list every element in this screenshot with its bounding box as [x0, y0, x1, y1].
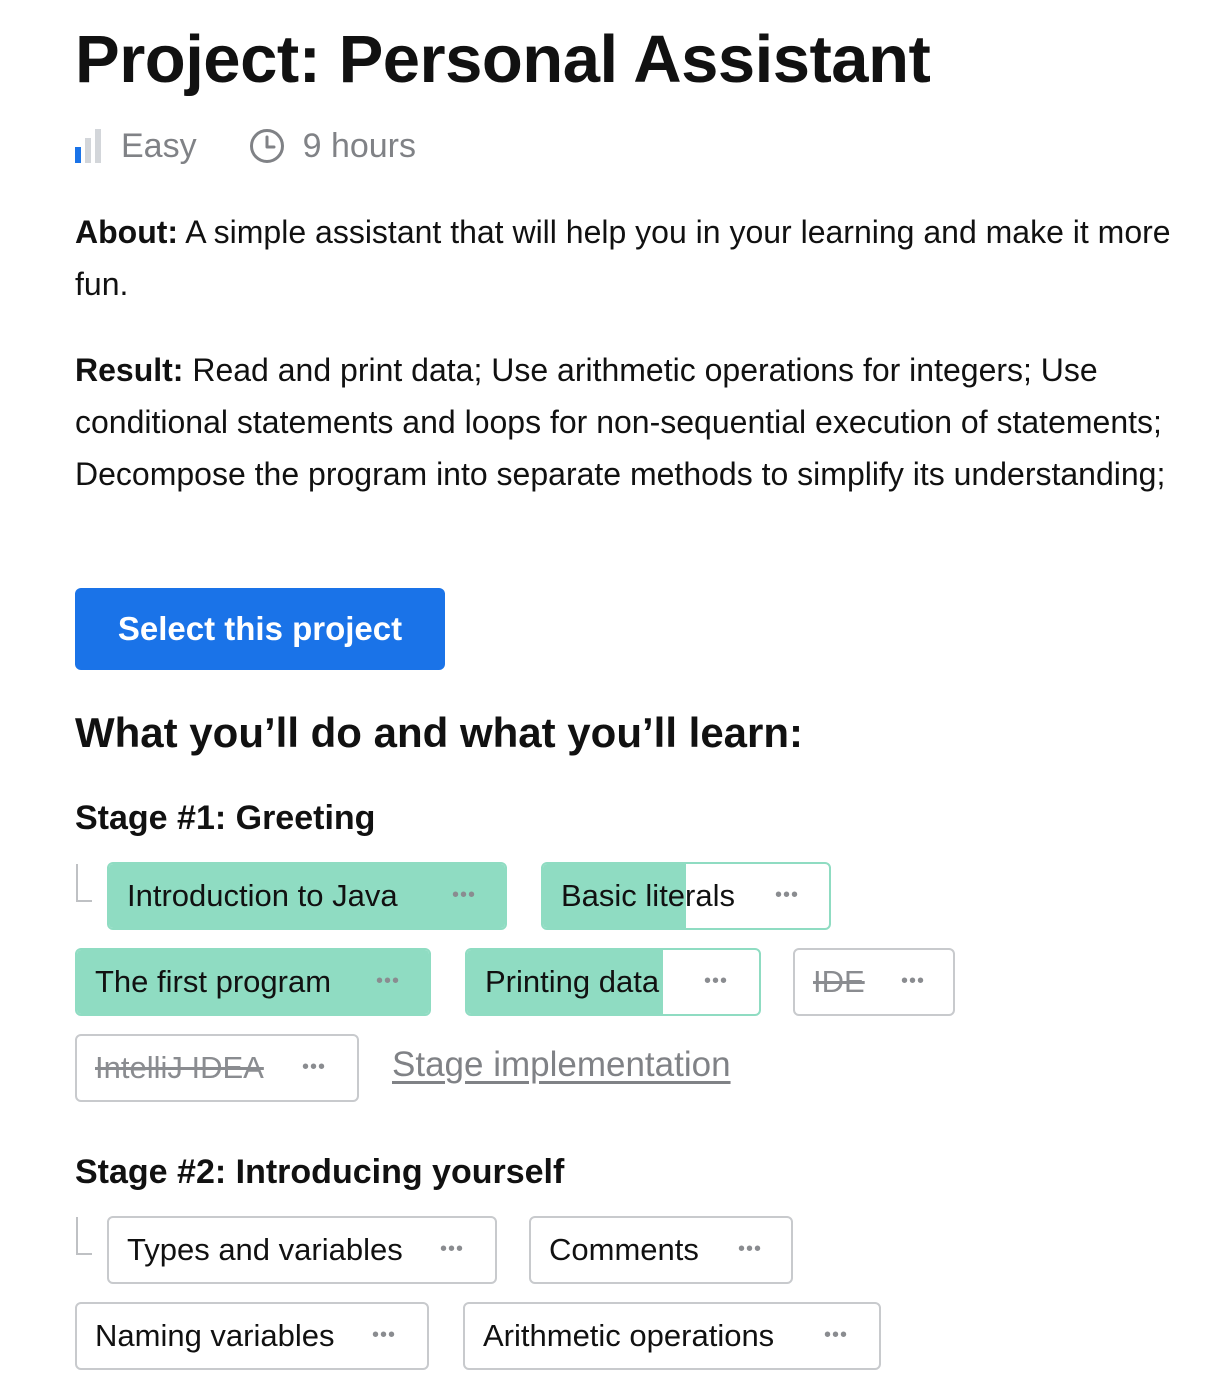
- stage-2-label: Stage #2:: [75, 1153, 227, 1191]
- clock-icon: [249, 129, 284, 163]
- more-options-icon[interactable]: •••: [704, 950, 728, 1012]
- topic-chip[interactable]: Introduction to Java •••: [107, 862, 507, 930]
- topic-chip[interactable]: IDE •••: [793, 948, 955, 1016]
- page-title: Project: Personal Assistant: [75, 22, 931, 97]
- stage-implementation-link[interactable]: Stage implementation: [392, 1045, 731, 1085]
- topic-label: IntelliJ IDEA: [95, 1050, 264, 1085]
- more-options-icon[interactable]: •••: [738, 1218, 762, 1280]
- about-paragraph: About: A simple assistant that will help…: [75, 206, 1195, 310]
- difficulty-bars-icon: [75, 129, 101, 163]
- stage-2-title: Stage #2: Introducing yourself: [75, 1149, 564, 1195]
- topic-chip[interactable]: Printing data •••: [465, 948, 761, 1016]
- topic-label: IDE: [813, 964, 865, 999]
- more-options-icon[interactable]: •••: [824, 1304, 848, 1366]
- topic-label: The first program: [95, 964, 332, 999]
- difficulty-label: Easy: [121, 126, 197, 165]
- more-options-icon[interactable]: •••: [901, 950, 925, 1012]
- stage-1-label: Stage #1:: [75, 799, 227, 837]
- topic-chip[interactable]: IntelliJ IDEA •••: [75, 1034, 359, 1102]
- stage-1-name: Greeting: [226, 799, 376, 837]
- topic-label: Naming variables: [95, 1318, 335, 1353]
- topic-chip[interactable]: The first program •••: [75, 948, 431, 1016]
- about-text: A simple assistant that will help you in…: [75, 214, 1171, 302]
- more-options-icon[interactable]: •••: [440, 1218, 464, 1280]
- more-options-icon[interactable]: •••: [372, 1304, 396, 1366]
- topic-label: Introduction to Java: [127, 878, 398, 913]
- topic-label: Comments: [549, 1232, 699, 1267]
- topic-chip[interactable]: Comments •••: [529, 1216, 793, 1284]
- result-text: Read and print data; Use arithmetic oper…: [75, 352, 1166, 492]
- more-options-icon[interactable]: •••: [452, 864, 476, 926]
- select-project-button[interactable]: Select this project: [75, 588, 445, 670]
- topic-chip[interactable]: Naming variables •••: [75, 1302, 429, 1370]
- topic-label: Types and variables: [127, 1232, 403, 1267]
- stage-2-connector: [76, 1217, 92, 1255]
- more-options-icon[interactable]: •••: [775, 864, 799, 926]
- topic-label: Printing data: [485, 964, 660, 999]
- stage-1-connector: [76, 864, 92, 902]
- topic-chip[interactable]: Types and variables •••: [107, 1216, 497, 1284]
- more-options-icon[interactable]: •••: [376, 950, 400, 1012]
- section-heading: What you’ll do and what you’ll learn:: [75, 709, 804, 756]
- result-paragraph: Result: Read and print data; Use arithme…: [75, 344, 1195, 500]
- topic-chip[interactable]: Basic literals •••: [541, 862, 831, 930]
- topic-label: Arithmetic operations: [483, 1318, 775, 1353]
- duration-label: 9 hours: [302, 126, 416, 165]
- topic-label: Basic literals: [561, 878, 735, 913]
- more-options-icon[interactable]: •••: [302, 1036, 326, 1098]
- result-label: Result:: [75, 352, 184, 388]
- topic-chip[interactable]: Arithmetic operations •••: [463, 1302, 881, 1370]
- about-label: About:: [75, 214, 179, 250]
- project-meta: Easy 9 hours: [75, 118, 416, 174]
- stage-1-title: Stage #1: Greeting: [75, 795, 375, 841]
- stage-2-name: Introducing yourself: [226, 1153, 565, 1191]
